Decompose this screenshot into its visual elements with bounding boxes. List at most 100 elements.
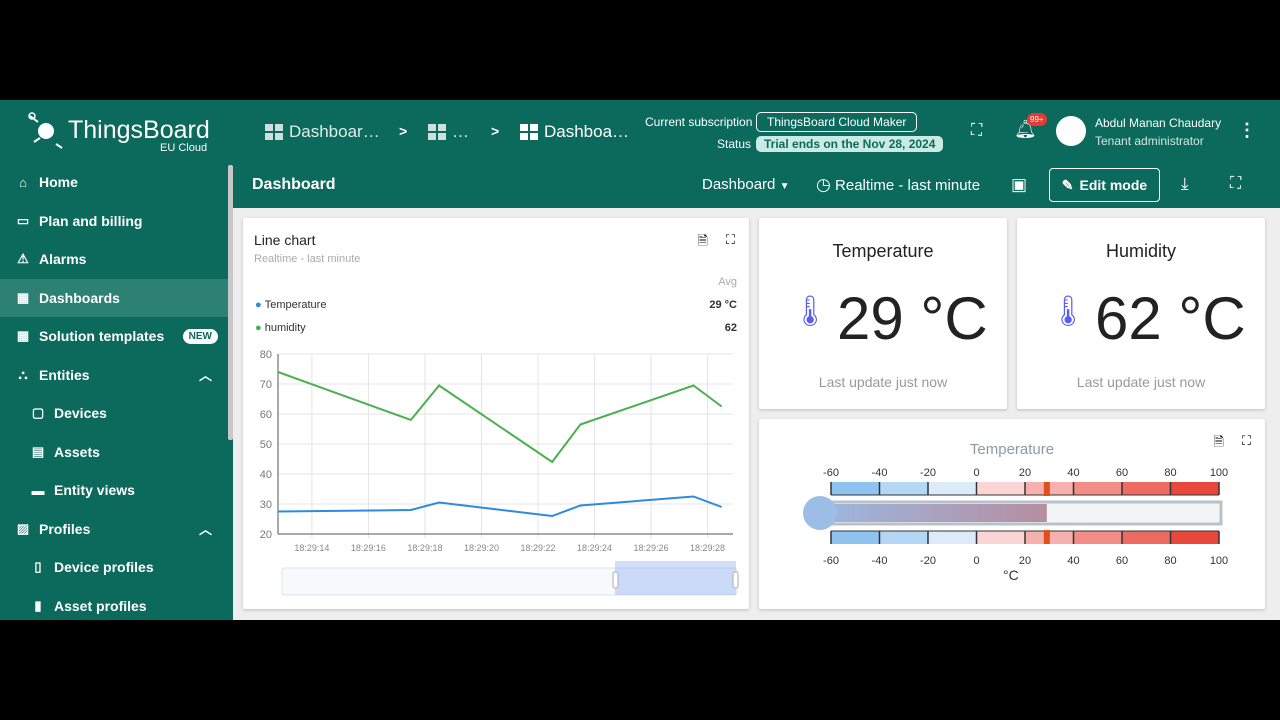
breadcrumb-item[interactable]: Dashboar… bbox=[265, 122, 380, 142]
scale-label-bottom: -20 bbox=[920, 555, 936, 567]
brand-region: EU Cloud bbox=[160, 142, 208, 154]
sidebar-item-solution-templates[interactable]: ▦ Solution templates NEW bbox=[0, 317, 228, 356]
caret-down-icon: ▼ bbox=[779, 181, 790, 192]
sidebar-item-dashboards[interactable]: ▦ Dashboards bbox=[0, 278, 228, 317]
sidebar-item-entities[interactable]: ⛬ Entities ︿ bbox=[0, 356, 228, 395]
humidity-card-widget: Humidity 🌡︎ 62 °C Last update just now bbox=[1017, 218, 1265, 409]
x-tick-label: 18:29:18 bbox=[407, 543, 442, 553]
scale-band-bottom bbox=[831, 531, 880, 544]
line-chart-widget: Line chart Realtime - last minute 🗎︎ ⛶ Av… bbox=[243, 218, 749, 609]
y-tick-label: 60 bbox=[260, 409, 272, 421]
timewindow-button[interactable]: ◷ Realtime - last minute bbox=[816, 175, 980, 195]
sidebar-item-label: Dashboards bbox=[39, 289, 120, 306]
fullscreen-icon[interactable]: ⛶ bbox=[1230, 175, 1241, 193]
entities-icon: ⛬ bbox=[18, 366, 28, 382]
chevron-up-icon[interactable]: ︿ bbox=[199, 519, 212, 538]
scale-label-top: 40 bbox=[1067, 467, 1079, 479]
sidebar-item-home[interactable]: ⌂ Home bbox=[0, 163, 228, 202]
timewindow-label: Realtime - last minute bbox=[835, 177, 981, 194]
card-value: 29 °C bbox=[837, 285, 988, 352]
thermometer-icon: 🌡︎ bbox=[791, 295, 830, 328]
scale-band-top bbox=[879, 482, 928, 495]
dashboard-title: Dashboard bbox=[252, 176, 336, 193]
scale-label-bottom: -40 bbox=[872, 555, 888, 567]
sidebar-item-profiles[interactable]: ▨ Profiles ︿ bbox=[0, 510, 228, 549]
last-update: Last update just now bbox=[1076, 374, 1206, 390]
dashboard-icon: ▦ bbox=[16, 289, 30, 305]
card-value: 62 °C bbox=[1095, 285, 1246, 352]
card-title: Temperature bbox=[832, 241, 934, 261]
x-tick-label: 18:29:28 bbox=[690, 543, 725, 553]
thingsboard-logo-icon bbox=[28, 112, 63, 149]
scale-label-bottom: 20 bbox=[1019, 555, 1031, 567]
scale-band-bottom bbox=[1170, 531, 1219, 544]
chevron-up-icon[interactable]: ︿ bbox=[199, 365, 212, 384]
scale-band-top bbox=[928, 482, 977, 495]
sidebar-item-label: Devices bbox=[54, 405, 107, 422]
breadcrumb-item-current[interactable]: Dashboa… bbox=[520, 122, 629, 142]
sidebar-item-device-profiles[interactable]: ▯ Device profiles bbox=[0, 548, 228, 587]
logo[interactable]: ThingsBoard EU Cloud bbox=[0, 100, 233, 163]
sidebar-item-entity-views[interactable]: ▬ Entity views bbox=[0, 471, 228, 510]
more-menu-icon[interactable]: ⋮ bbox=[1238, 120, 1256, 141]
scale-band-bottom bbox=[928, 531, 977, 544]
status-badge: Trial ends on the Nov 28, 2024 bbox=[756, 136, 944, 152]
edit-mode-button[interactable]: ✎ Edit mode bbox=[1049, 168, 1160, 202]
scale-band-bottom bbox=[1073, 531, 1122, 544]
state-label: Dashboard bbox=[702, 176, 776, 193]
notification-count: 99+ bbox=[1027, 113, 1047, 126]
avatar[interactable] bbox=[1056, 116, 1086, 146]
clock-icon: ◷ bbox=[816, 175, 831, 194]
sidebar-item-plan-and-billing[interactable]: ▭ Plan and billing bbox=[0, 202, 228, 241]
scale-label-top: 20 bbox=[1019, 467, 1031, 479]
y-tick-label: 80 bbox=[260, 349, 272, 361]
image-export-icon[interactable]: ▣ bbox=[1011, 175, 1027, 195]
scale-label-bottom: 60 bbox=[1116, 555, 1128, 567]
download-icon[interactable]: ⤓ bbox=[1181, 174, 1189, 194]
subscription-plan[interactable]: ThingsBoard Cloud Maker bbox=[756, 112, 918, 132]
breadcrumb-separator: > bbox=[399, 123, 408, 139]
profiles-icon: ▨ bbox=[16, 520, 30, 536]
sidebar: ⌂ Home ▭ Plan and billing ⚠ Alarms ▦ Dashboards… bbox=[0, 163, 228, 620]
card-title: Humidity bbox=[1105, 241, 1176, 261]
scale-label-top: 60 bbox=[1116, 467, 1128, 479]
breadcrumb-label: Dashboar… bbox=[289, 122, 380, 141]
top-bar: Dashboar… > … > Dashboa… Current subscri… bbox=[233, 100, 1280, 163]
user-name: Abdul Manan Chaudary bbox=[1095, 116, 1222, 130]
scale-band-top bbox=[1170, 482, 1219, 495]
asset-icon: ▤ bbox=[31, 443, 45, 459]
line-chart-plot: 80 70 60 50 40 30 20 18:29:14 18:29:16 18:29:18 18… bbox=[260, 349, 739, 596]
scale-band-top bbox=[1122, 482, 1171, 495]
sidebar-item-label: Solution templates bbox=[39, 328, 165, 345]
y-tick-label: 30 bbox=[260, 499, 272, 511]
sidebar-item-assets[interactable]: ▤ Assets bbox=[0, 433, 228, 472]
y-tick-label: 50 bbox=[260, 439, 272, 451]
home-icon: ⌂ bbox=[19, 174, 27, 190]
sidebar-item-asset-profiles[interactable]: ▮ Asset profiles bbox=[0, 587, 228, 621]
sidebar-item-devices[interactable]: ▢ Devices bbox=[0, 394, 228, 433]
dashboard-icon bbox=[428, 124, 446, 140]
fullscreen-icon[interactable]: ⛶ bbox=[971, 122, 982, 140]
sidebar-item-label: Home bbox=[39, 174, 78, 191]
dashboard-icon bbox=[265, 124, 283, 140]
state-select[interactable]: Dashboard ▼ bbox=[702, 176, 789, 193]
breadcrumb-item[interactable]: … bbox=[428, 122, 469, 142]
scale-label-bottom: 40 bbox=[1067, 555, 1079, 567]
linear-gauge: -60 -60 -40 -40 -20 -20 0 0 20 20 40 40 60 60 80 80 100 1… bbox=[803, 467, 1228, 567]
y-tick-label: 20 bbox=[260, 529, 272, 541]
dashboard-content: Line chart Realtime - last minute 🗎︎ ⛶ Av… bbox=[233, 208, 1280, 620]
scale-band-bottom bbox=[879, 531, 928, 544]
gauge-bulb bbox=[803, 496, 837, 530]
user-role: Tenant administrator bbox=[1095, 134, 1204, 148]
status-label: Status bbox=[717, 137, 752, 151]
edit-mode-label: Edit mode bbox=[1079, 177, 1148, 193]
scale-label-bottom: 0 bbox=[973, 555, 979, 567]
dashboard-icon bbox=[520, 124, 538, 140]
device-profile-icon: ▯ bbox=[34, 559, 42, 575]
asset-profile-icon: ▮ bbox=[34, 597, 42, 613]
last-update: Last update just now bbox=[818, 374, 948, 390]
scale-label-top: -20 bbox=[920, 467, 936, 479]
scale-label-bottom: 80 bbox=[1164, 555, 1176, 567]
sidebar-item-alarms[interactable]: ⚠ Alarms bbox=[0, 240, 228, 279]
sidebar-item-label: Device profiles bbox=[54, 559, 154, 576]
